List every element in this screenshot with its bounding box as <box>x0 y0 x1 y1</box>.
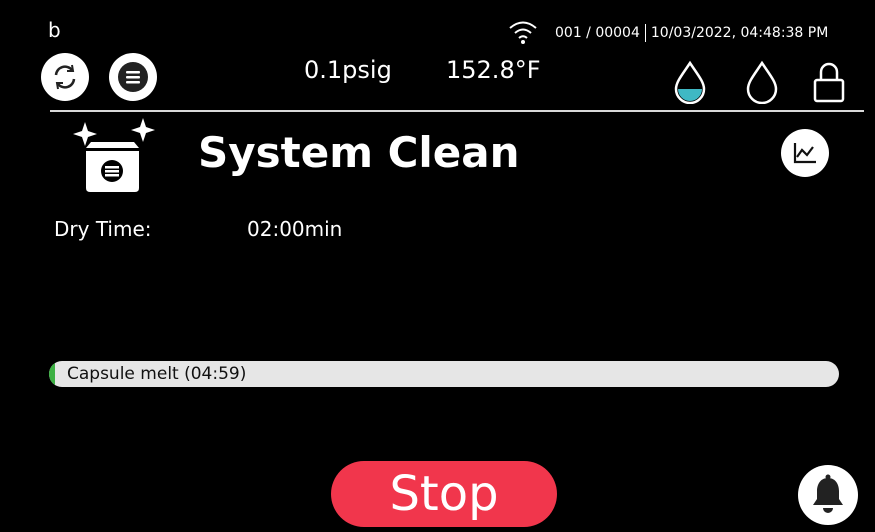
bell-icon <box>798 465 858 525</box>
menu-icon <box>118 62 148 92</box>
page-title: System Clean <box>198 128 520 177</box>
system-clean-icon <box>73 118 155 192</box>
status-separator <box>644 24 646 42</box>
water-drop-filled-icon[interactable] <box>672 60 708 104</box>
user-indicator: b <box>48 18 61 42</box>
water-drop-outline-icon[interactable] <box>744 60 780 104</box>
refresh-icon <box>54 64 76 90</box>
dry-time-value: 02:00min <box>247 217 343 241</box>
date-time: 10/03/2022, 04:48:38 PM <box>650 25 829 41</box>
wifi-icon <box>509 21 537 44</box>
header-divider <box>50 110 864 112</box>
dry-time-label: Dry Time: <box>54 217 152 241</box>
alarm-button[interactable] <box>797 464 859 526</box>
temperature-readout: 152.8°F <box>446 56 541 84</box>
status-line: 001 / 00004 10/03/2022, 04:48:38 PM <box>555 24 828 42</box>
stop-button[interactable]: Stop <box>331 461 557 527</box>
chart-button[interactable] <box>781 129 829 177</box>
refresh-button[interactable] <box>41 53 89 101</box>
chart-icon <box>781 129 829 177</box>
lock-icon[interactable] <box>812 60 846 104</box>
progress-fill <box>49 361 56 387</box>
progress-bar: Capsule melt (04:59) <box>49 361 839 387</box>
progress-label: Capsule melt (04:59) <box>67 364 247 384</box>
cycle-counter: 001 / 00004 <box>555 25 640 41</box>
pressure-readout: 0.1psig <box>304 56 392 84</box>
menu-button[interactable] <box>109 53 157 101</box>
